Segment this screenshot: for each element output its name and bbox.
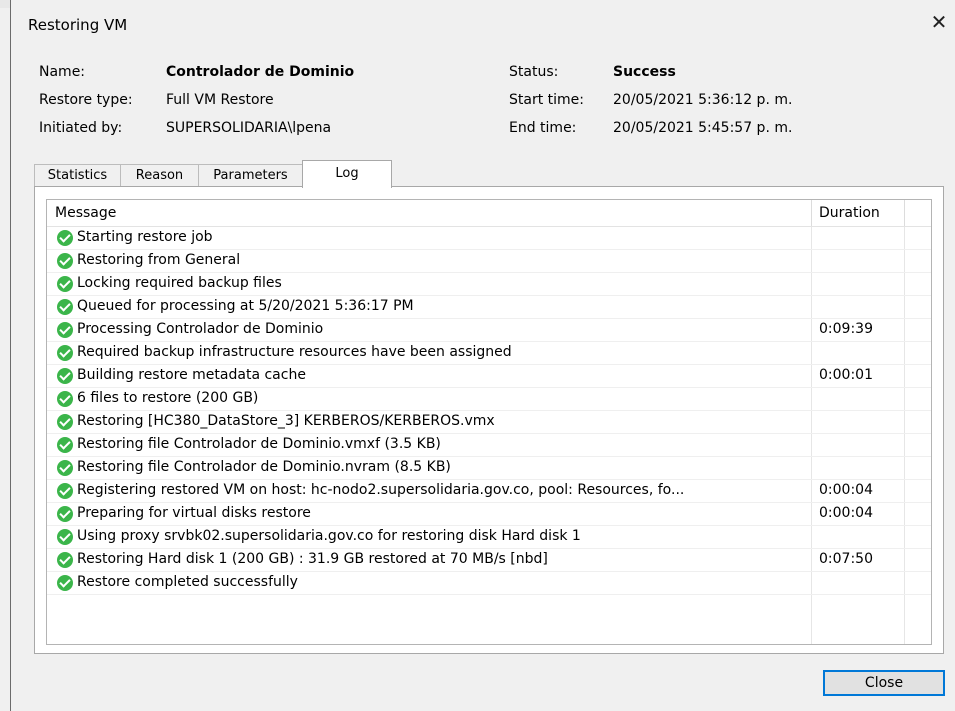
log-row[interactable]: Restoring Hard disk 1 (200 GB) : 31.9 GB…: [47, 549, 931, 572]
log-message: Building restore metadata cache: [77, 367, 306, 383]
log-row[interactable]: 6 files to restore (200 GB): [47, 388, 931, 411]
log-message: Starting restore job: [77, 229, 213, 245]
tab-reason[interactable]: Reason: [120, 164, 199, 186]
success-check-icon: [57, 460, 73, 476]
end-time-label: End time:: [509, 120, 577, 136]
tab-parameters[interactable]: Parameters: [198, 164, 303, 186]
log-message: Restoring from General: [77, 252, 241, 268]
restoring-vm-dialog: Restoring VM ✕ Name: Controlador de Domi…: [10, 0, 955, 711]
name-value: Controlador de Dominio: [166, 64, 355, 80]
log-row[interactable]: Registering restored VM on host: hc-nodo…: [47, 480, 931, 503]
log-message: Locking required backup files: [77, 275, 282, 291]
success-check-icon: [57, 483, 73, 499]
dialog-title: Restoring VM: [28, 16, 128, 34]
log-rows: Starting restore job Restoring from Gener…: [47, 227, 931, 595]
header-divider[interactable]: [811, 200, 812, 226]
log-message: Restoring [HC380_DataStore_3] KERBEROS/K…: [77, 413, 495, 429]
tab-log[interactable]: Log: [302, 160, 392, 188]
log-row[interactable]: Queued for processing at 5/20/2021 5:36:…: [47, 296, 931, 319]
tab-statistics[interactable]: Statistics: [34, 164, 121, 186]
log-duration: 0:00:04: [819, 482, 873, 498]
success-check-icon: [57, 322, 73, 338]
log-message: Restoring file Controlador de Dominio.vm…: [77, 436, 441, 452]
success-check-icon: [57, 276, 73, 292]
success-check-icon: [57, 506, 73, 522]
success-check-icon: [57, 575, 73, 591]
success-check-icon: [57, 230, 73, 246]
log-message: Required backup infrastructure resources…: [77, 344, 512, 360]
success-check-icon: [57, 253, 73, 269]
log-row[interactable]: Restoring file Controlador de Dominio.vm…: [47, 434, 931, 457]
log-message: Registering restored VM on host: hc-nodo…: [77, 482, 685, 498]
success-check-icon: [57, 368, 73, 384]
success-check-icon: [57, 299, 73, 315]
log-row[interactable]: Processing Controlador de Dominio 0:09:39: [47, 319, 931, 342]
log-row[interactable]: Required backup infrastructure resources…: [47, 342, 931, 365]
log-row[interactable]: Using proxy srvbk02.supersolidaria.gov.c…: [47, 526, 931, 549]
log-message: Processing Controlador de Dominio: [77, 321, 324, 337]
log-duration: 0:00:04: [819, 505, 873, 521]
success-check-icon: [57, 552, 73, 568]
log-row[interactable]: Restoring file Controlador de Dominio.nv…: [47, 457, 931, 480]
close-icon[interactable]: ✕: [928, 11, 950, 33]
restore-type-value: Full VM Restore: [166, 92, 274, 108]
success-check-icon: [57, 345, 73, 361]
log-tab-panel: Message Duration Starting restore job Res…: [34, 186, 944, 654]
initiated-by-value: SUPERSOLIDARIA\lpena: [166, 120, 332, 136]
log-message: Restoring file Controlador de Dominio.nv…: [77, 459, 451, 475]
log-grid[interactable]: Message Duration Starting restore job Res…: [46, 199, 932, 645]
end-time-value: 20/05/2021 5:45:57 p. m.: [613, 120, 793, 136]
status-label: Status:: [509, 64, 559, 80]
log-row[interactable]: Preparing for virtual disks restore 0:00:…: [47, 503, 931, 526]
name-label: Name:: [39, 64, 86, 80]
log-row[interactable]: Locking required backup files: [47, 273, 931, 296]
log-grid-header: Message Duration: [47, 200, 931, 227]
start-time-label: Start time:: [509, 92, 584, 108]
log-message: Restore completed successfully: [77, 574, 298, 590]
success-check-icon: [57, 414, 73, 430]
success-check-icon: [57, 437, 73, 453]
log-message: 6 files to restore (200 GB): [77, 390, 259, 406]
log-duration: 0:07:50: [819, 551, 873, 567]
log-message: Queued for processing at 5/20/2021 5:36:…: [77, 298, 414, 314]
duration-column-header[interactable]: Duration: [819, 205, 880, 221]
log-message: Using proxy srvbk02.supersolidaria.gov.c…: [77, 528, 581, 544]
header-divider[interactable]: [904, 200, 905, 226]
initiated-by-label: Initiated by:: [39, 120, 123, 136]
log-row[interactable]: Restore completed successfully: [47, 572, 931, 595]
log-row[interactable]: Starting restore job: [47, 227, 931, 250]
log-row[interactable]: Restoring from General: [47, 250, 931, 273]
message-column-header[interactable]: Message: [55, 205, 116, 221]
success-check-icon: [57, 529, 73, 545]
log-message: Preparing for virtual disks restore: [77, 505, 311, 521]
close-button[interactable]: Close: [823, 670, 945, 696]
status-value: Success: [613, 64, 676, 80]
log-row[interactable]: Building restore metadata cache 0:00:01: [47, 365, 931, 388]
restore-type-label: Restore type:: [39, 92, 133, 108]
start-time-value: 20/05/2021 5:36:12 p. m.: [613, 92, 793, 108]
log-row[interactable]: Restoring [HC380_DataStore_3] KERBEROS/K…: [47, 411, 931, 434]
log-message: Restoring Hard disk 1 (200 GB) : 31.9 GB…: [77, 551, 548, 567]
log-duration: 0:00:01: [819, 367, 873, 383]
success-check-icon: [57, 391, 73, 407]
log-duration: 0:09:39: [819, 321, 873, 337]
